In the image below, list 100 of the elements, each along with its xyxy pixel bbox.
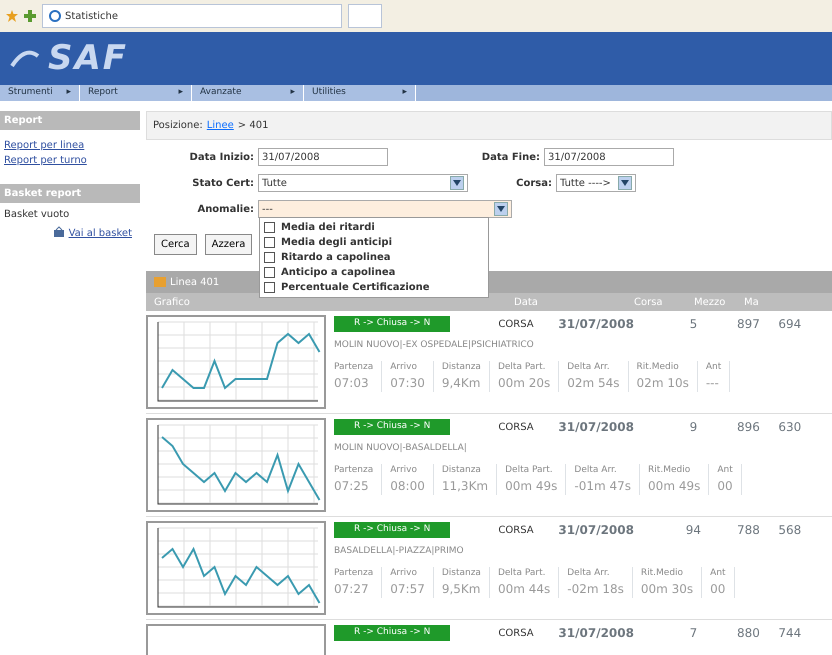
search-button[interactable]: Cerca (154, 234, 197, 255)
option-label[interactable]: Media dei ritardi (281, 220, 375, 235)
status-badge: R -> Chiusa -> N (334, 522, 450, 538)
vehicle-number: 788 (736, 522, 761, 539)
stat-value: 02m 10s (636, 375, 689, 392)
stat-value: 00 (710, 581, 726, 598)
vehicle-number: 896 (736, 419, 761, 436)
end-date-field[interactable]: 31/07/2008 (544, 148, 674, 166)
run-number: 94 (684, 522, 702, 539)
plus-icon[interactable] (24, 10, 36, 22)
option-label[interactable]: Media degli anticipi (281, 235, 392, 250)
end-date-label: Data Fine: (480, 150, 540, 164)
run-select[interactable]: Tutte ----> (556, 174, 636, 192)
stat-label: Delta Arr. (574, 464, 618, 476)
menu-item[interactable]: Strumenti ▸ (0, 85, 80, 101)
stat-value: 11,3Km (442, 478, 488, 495)
column-header: Corsa (634, 296, 663, 308)
option-label[interactable]: Ritardo a capolinea (281, 250, 391, 265)
stat-value: 07:57 (390, 581, 425, 598)
stat-value: 07:27 (334, 581, 370, 598)
sidebar-header: Basket report (0, 184, 140, 203)
sidebar-link[interactable]: Report per linea (0, 138, 140, 153)
table-cell-text: 568 (778, 522, 802, 539)
state-label: Stato Cert: (191, 176, 254, 190)
status-badge: R -> Chiusa -> N (334, 316, 450, 332)
run-type: CORSA (498, 524, 535, 538)
stat-label: Arrivo (390, 566, 418, 580)
checkbox[interactable] (264, 282, 275, 293)
globe-icon (49, 10, 61, 22)
stat-label: Distanza (442, 464, 482, 476)
stat-label: Delta Arr. (567, 360, 611, 374)
state-select[interactable]: Tutte (258, 174, 468, 192)
breadcrumb-label: Posizione: (153, 119, 203, 133)
column-header: Ma (744, 296, 759, 308)
column-header: Mezzo (694, 296, 726, 308)
stat-value: -01m 47s (574, 478, 632, 495)
status-badge: R -> Chiusa -> N (334, 419, 450, 435)
dropdown-arrow-icon (497, 206, 505, 212)
run-number: 5 (688, 316, 698, 333)
star-icon[interactable] (6, 10, 18, 22)
checkbox[interactable] (264, 222, 275, 233)
menu-item[interactable]: Utilities ▸ (304, 85, 416, 101)
menu-item[interactable]: Avanzate ▸ (192, 85, 304, 101)
stat-label: Delta Part. (498, 566, 546, 580)
stat-label: Rit.Medio (636, 360, 680, 374)
folder-icon (154, 277, 166, 287)
basket-link[interactable]: Vai al basket (68, 226, 132, 241)
logo: SAF (48, 37, 128, 80)
route-text: MOLIN NUOVO|-BASALDELLA| (334, 442, 468, 455)
stat-value: 9,4Km (442, 375, 481, 392)
run-number: 7 (688, 625, 698, 642)
basket-status: Basket vuoto (3, 208, 70, 222)
stat-value: 00m 20s (498, 375, 550, 392)
sidebar-header: Report (0, 111, 140, 130)
start-date-field[interactable]: 31/07/2008 (258, 148, 388, 166)
stat-value: 08:00 (390, 478, 425, 495)
stat-label: Partenza (334, 464, 374, 476)
column-header: Data (514, 296, 538, 308)
checkbox[interactable] (264, 237, 275, 248)
vehicle-number: 880 (736, 625, 761, 642)
dropdown-arrow-icon (621, 180, 629, 186)
stat-label: Arrivo (390, 360, 418, 374)
date: 31/07/2008 (558, 522, 635, 539)
stat-label: Delta Part. (498, 360, 546, 374)
option-label[interactable]: Percentuale Certificazione (281, 280, 430, 295)
stat-label: Ant (706, 360, 722, 374)
stat-label: Delta Part. (505, 464, 554, 476)
anomaly-label: Anomalie: (196, 202, 254, 216)
checkbox[interactable] (264, 267, 275, 278)
stat-label: Delta Arr. (567, 566, 611, 580)
search-button[interactable]: Azzera (204, 234, 252, 255)
stat-value: 00m 49s (505, 478, 558, 495)
run-number: 9 (688, 419, 698, 436)
stat-label: Ant (717, 464, 733, 476)
stat-label: Rit.Medio (648, 464, 692, 476)
stat-value: 00m 49s (648, 478, 700, 495)
start-date-label: Data Inizio: (188, 150, 254, 164)
stat-value: 00 (717, 478, 733, 495)
stat-value: 07:25 (334, 478, 370, 495)
basket-icon (52, 226, 65, 238)
stat-label: Ant (710, 566, 726, 580)
stat-label: Distanza (442, 566, 481, 580)
stat-value: -02m 18s (567, 581, 624, 598)
date: 31/07/2008 (558, 316, 635, 333)
table-cell-text: 694 (778, 316, 802, 333)
run-label: Corsa: (515, 176, 552, 190)
stat-value: 07:03 (334, 375, 370, 392)
stat-value: --- (706, 375, 720, 392)
breadcrumb-link[interactable]: Linee (206, 118, 234, 133)
menu-item[interactable]: Report ▸ (80, 85, 192, 101)
checkbox[interactable] (264, 252, 275, 263)
run-type: CORSA (498, 420, 535, 434)
route-text: MOLIN NUOVO|-EX OSPEDALE|PSICHIATRICO (334, 339, 535, 352)
option-label[interactable]: Anticipo a capolinea (281, 265, 396, 280)
browser-tab[interactable]: Statistiche (42, 4, 342, 28)
stat-label: Partenza (334, 566, 374, 580)
stat-label: Arrivo (390, 464, 418, 476)
stat-value: 9,5Km (442, 581, 481, 598)
sidebar-link[interactable]: Report per turno (0, 153, 140, 168)
vehicle-number: 897 (736, 316, 761, 333)
